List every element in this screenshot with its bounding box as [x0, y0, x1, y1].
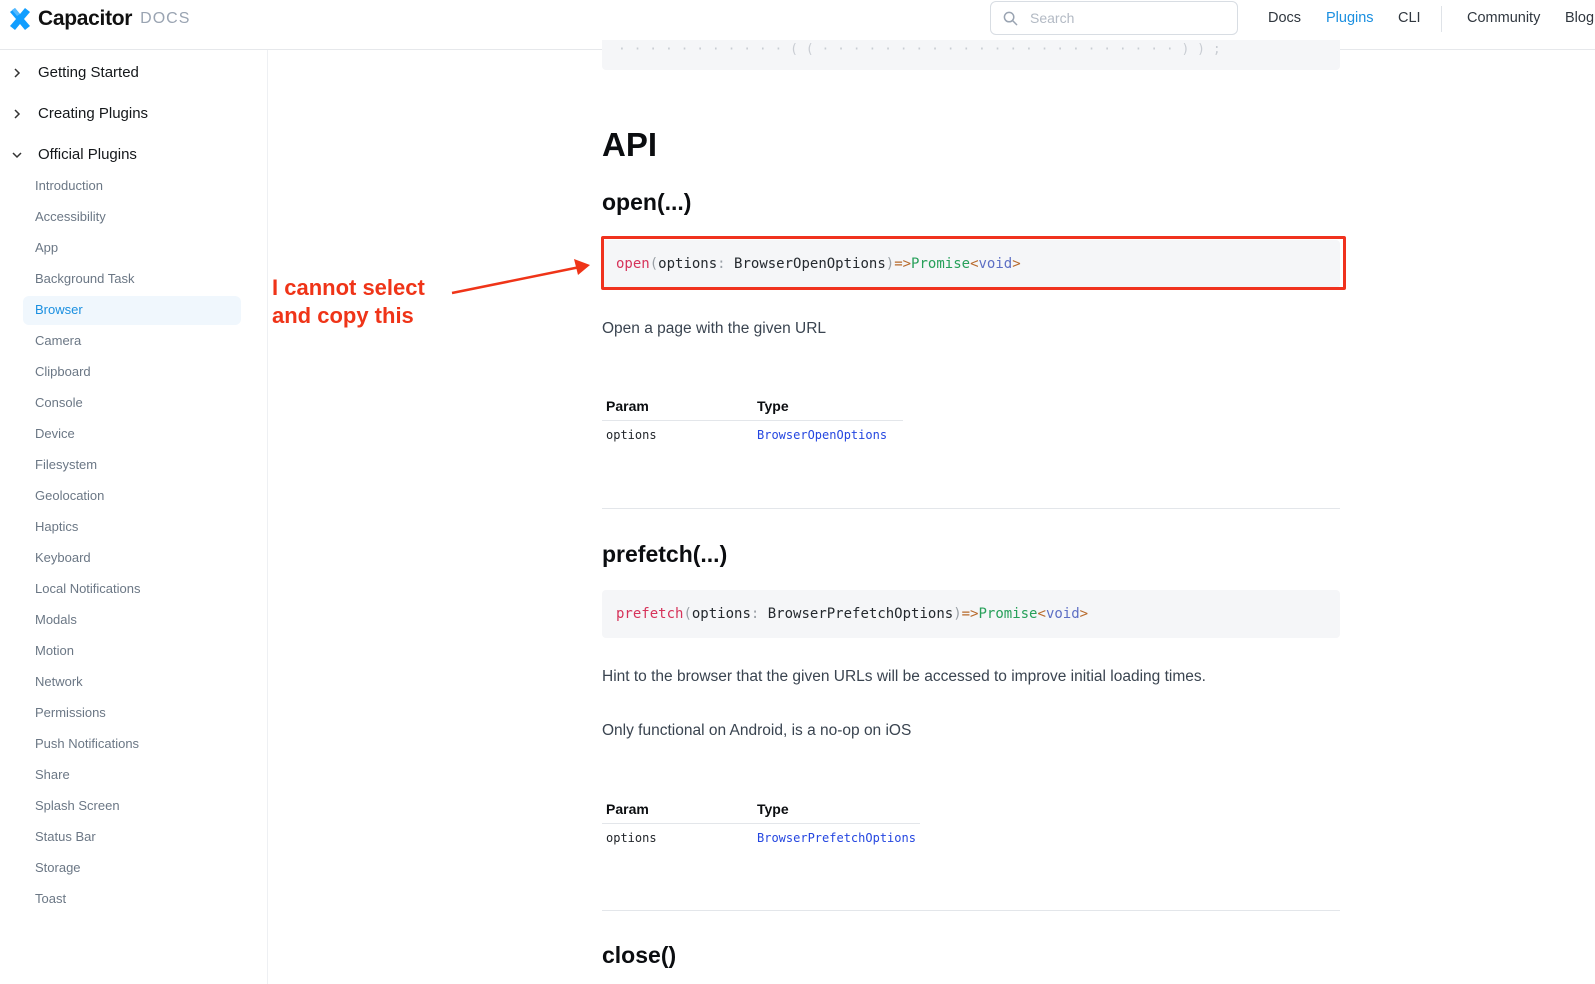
table-cell-param: options [606, 831, 657, 845]
code-return-type: Promise [978, 606, 1038, 622]
heading-close: close() [602, 942, 677, 968]
sidebar-item-local-notifications[interactable]: Local Notifications [35, 581, 141, 596]
sidebar-section-creating-plugins[interactable]: Creating Plugins [10, 105, 148, 122]
nav-cli[interactable]: CLI [1398, 10, 1421, 26]
search-icon [1003, 11, 1018, 25]
sidebar-item-browser[interactable]: Browser [35, 302, 83, 317]
table-header-param: Param [602, 398, 753, 421]
nav-blog[interactable]: Blog [1565, 10, 1594, 26]
code-signature-prefetch[interactable]: prefetch(options: BrowserPrefetchOptions… [602, 590, 1340, 638]
sidebar-item-clipboard[interactable]: Clipboard [35, 364, 91, 379]
type-link[interactable]: BrowserPrefetchOptions [753, 824, 920, 845]
code-angle: > [1079, 606, 1089, 622]
sidebar-section-label: Getting Started [38, 64, 139, 81]
code-fn-name: prefetch [616, 606, 684, 622]
logo-text: Capacitor [38, 7, 133, 30]
sidebar-section-label: Creating Plugins [38, 105, 149, 122]
nav-divider [1441, 6, 1442, 32]
sidebar: Getting Started Creating Plugins Officia… [0, 50, 268, 984]
logo[interactable]: Capacitor DOCS [8, 6, 190, 32]
sidebar-item-splash-screen[interactable]: Splash Screen [35, 798, 120, 813]
code-block-partial: · · · · · · · · · · · ( ( · · · · · · · … [602, 40, 1340, 70]
table-row: options BrowserOpenOptions [602, 421, 903, 442]
search-input[interactable] [1028, 9, 1222, 27]
nav-plugins[interactable]: Plugins [1326, 10, 1374, 26]
sidebar-item-status-bar[interactable]: Status Bar [35, 829, 96, 844]
logo-suffix: DOCS [140, 10, 191, 27]
code-fragment-cutoff: · · · · · · · · · · · ( ( · · · · · · · … [618, 42, 1221, 57]
type-link[interactable]: BrowserOpenOptions [753, 421, 903, 442]
sidebar-item-console[interactable]: Console [35, 395, 83, 410]
code-arrow: => [961, 606, 979, 622]
section-divider [602, 910, 1340, 911]
sidebar-item-keyboard[interactable]: Keyboard [35, 550, 91, 565]
chevron-right-icon [10, 108, 24, 120]
section-divider [602, 508, 1340, 509]
sidebar-item-haptics[interactable]: Haptics [35, 519, 78, 534]
sidebar-section-label: Official Plugins [38, 146, 137, 163]
code-type: BrowserPrefetchOptions [767, 606, 954, 622]
table-header-param: Param [602, 801, 753, 824]
sidebar-item-permissions[interactable]: Permissions [35, 705, 106, 720]
sidebar-section-getting-started[interactable]: Getting Started [10, 64, 139, 81]
annotation-arrow-icon [451, 259, 590, 295]
sidebar-item-geolocation[interactable]: Geolocation [35, 488, 104, 503]
sidebar-section-official-plugins[interactable]: Official Plugins [10, 146, 137, 163]
open-description: Open a page with the given URL [602, 320, 827, 337]
sidebar-item-app[interactable]: App [35, 240, 58, 255]
sidebar-item-filesystem[interactable]: Filesystem [35, 457, 97, 472]
code-colon: : [750, 606, 768, 622]
prefetch-description: Hint to the browser that the given URLs … [602, 668, 1206, 685]
code-paren: ( [683, 606, 692, 622]
code-angle: < [1037, 606, 1046, 622]
table-header-type: Type [753, 801, 920, 824]
code-paren: ) [953, 606, 962, 622]
nav-docs[interactable]: Docs [1268, 10, 1301, 26]
heading-prefetch: prefetch(...) [602, 541, 728, 567]
annotation-highlight-box [601, 236, 1346, 290]
page-heading-api: API [602, 126, 658, 163]
search-box[interactable] [990, 1, 1238, 35]
sidebar-item-background-task[interactable]: Background Task [35, 271, 135, 286]
nav-community[interactable]: Community [1467, 10, 1540, 26]
annotation-text: I cannot select and copy this [272, 275, 425, 328]
table-header-type: Type [753, 398, 903, 421]
sidebar-item-introduction[interactable]: Introduction [35, 178, 103, 193]
sidebar-item-device[interactable]: Device [35, 426, 75, 441]
chevron-right-icon [10, 67, 24, 79]
sidebar-item-motion[interactable]: Motion [35, 643, 74, 658]
sidebar-item-toast[interactable]: Toast [35, 891, 66, 906]
sidebar-item-accessibility[interactable]: Accessibility [35, 209, 106, 224]
code-void: void [1045, 606, 1080, 622]
sidebar-item-push-notifications[interactable]: Push Notifications [35, 736, 139, 751]
sidebar-item-camera[interactable]: Camera [35, 333, 81, 348]
capacitor-logo-icon [10, 8, 30, 30]
table-row: options BrowserPrefetchOptions [602, 824, 920, 845]
prefetch-note: Only functional on Android, is a no-op o… [602, 722, 912, 739]
sidebar-item-modals[interactable]: Modals [35, 612, 77, 627]
sidebar-item-network[interactable]: Network [35, 674, 83, 689]
sidebar-item-share[interactable]: Share [35, 767, 70, 782]
sidebar-item-storage[interactable]: Storage [35, 860, 81, 875]
open-param-table: Param Type options BrowserOpenOptions [602, 398, 903, 442]
prefetch-param-table: Param Type options BrowserPrefetchOption… [602, 801, 920, 845]
chevron-down-icon [10, 151, 24, 159]
heading-open: open(...) [602, 189, 692, 215]
table-cell-param: options [606, 428, 657, 442]
code-param: options [691, 606, 751, 622]
